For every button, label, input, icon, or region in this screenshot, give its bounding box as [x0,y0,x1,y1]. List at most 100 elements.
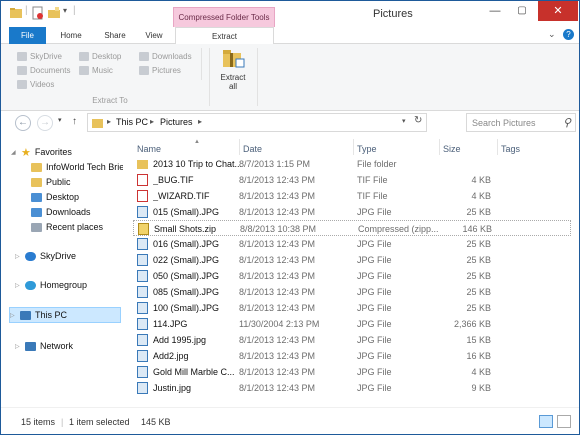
tab-view[interactable]: View [137,27,171,44]
image-file-icon [137,318,148,330]
collapsed-chevron-icon: ▷ [15,343,20,350]
ribbon-tabs: File Home Share View Extract ⌄ ? [1,27,579,45]
documents-icon [17,65,27,75]
nav-item-downloads[interactable]: Downloads [31,205,91,219]
breadcrumb-separator-icon: ▸ [150,117,155,126]
title-bar: | ▾ | Compressed Folder Tools Pictures —… [1,1,579,27]
tab-extract[interactable]: Extract [175,27,274,45]
computer-icon [20,310,31,320]
column-divider[interactable] [239,139,240,155]
close-button[interactable]: ✕ [538,1,578,21]
file-row[interactable]: 2013 10 Trip to Chat... 8/7/2013 1:15 PM F… [133,156,571,172]
gallery-scrollbar[interactable] [201,48,202,80]
file-row[interactable]: Add2.jpg 8/1/2013 12:43 PM JPG File 16 KB [133,348,571,364]
status-bar: 15 items | 1 item selected 145 KB [1,407,579,434]
destination-skydrive[interactable]: SkyDrive [17,50,62,62]
large-icons-view-button[interactable] [557,415,571,428]
compressed-folder-tools-label: Compressed Folder Tools [173,7,275,27]
image-file-icon [137,302,148,314]
file-row[interactable]: 114.JPG 11/30/2004 2:13 PM JPG File 2,366 K… [133,316,571,332]
network-icon [25,341,36,351]
file-row[interactable]: 100 (Small).JPG 8/1/2013 12:43 PM JPG File… [133,300,571,316]
image-file-icon [137,238,148,250]
toolbar-separator: | [25,5,28,16]
desktop-icon [31,192,42,202]
tab-home[interactable]: Home [53,27,89,44]
destination-pictures[interactable]: Pictures [139,64,181,76]
skydrive-icon [25,251,36,261]
file-row[interactable]: _BUG.TIF 8/1/2013 12:43 PM TIF File 4 KB [133,172,571,188]
file-row[interactable]: _WIZARD.TIF 8/1/2013 12:43 PM TIF File 4 KB [133,188,571,204]
explorer-window: | ▾ | Compressed Folder Tools Pictures —… [0,0,580,435]
column-header-size[interactable]: Size [443,139,493,155]
nav-item-public[interactable]: Public [31,175,71,189]
file-row[interactable]: 085 (Small).JPG 8/1/2013 12:43 PM JPG File… [133,284,571,300]
column-header-name[interactable]: ▲ Name [137,139,237,155]
file-row[interactable]: Justin.jpg 8/1/2013 12:43 PM JPG File 9 KB [133,380,571,396]
nav-item-infoworld[interactable]: InfoWorld Tech Brie [31,160,123,174]
file-row[interactable]: 016 (Small).JPG 8/1/2013 12:43 PM JPG File… [133,236,571,252]
nav-homegroup[interactable]: ▷ Homegroup [15,278,87,292]
refresh-icon[interactable]: ↻ [414,115,422,126]
nav-network[interactable]: ▷ Network [15,339,73,353]
nav-skydrive[interactable]: ▷ SkyDrive [15,249,76,263]
ribbon-separator-2 [257,48,258,106]
toolbar-separator-2: | [73,5,76,16]
up-button[interactable]: ↑ [72,116,77,127]
properties-icon[interactable] [31,6,45,22]
tab-file[interactable]: File [9,27,46,44]
collapsed-chevron-icon: ▷ [15,253,20,260]
pictures-icon [139,65,149,75]
maximize-button[interactable]: ▢ [509,1,535,21]
destination-documents[interactable]: Documents [17,64,70,76]
item-count: 15 items [21,417,56,427]
back-button[interactable]: ← [15,115,31,131]
file-row[interactable]: Add 1995.jpg 8/1/2013 12:43 PM JPG File 15 … [133,332,571,348]
tab-share[interactable]: Share [97,27,133,44]
expand-ribbon-chevron-icon[interactable]: ⌄ [548,29,556,40]
column-header-type[interactable]: Type [357,139,437,155]
customize-toolbar-chevron-icon[interactable]: ▾ [63,6,67,22]
breadcrumb-separator-icon: ▸ [107,117,112,126]
minimize-button[interactable]: — [483,1,507,21]
collapsed-chevron-icon: ▷ [15,282,20,289]
details-view-button[interactable] [539,415,553,428]
breadcrumb-pictures[interactable]: Pictures [160,117,193,127]
nav-this-pc[interactable]: ▷ This PC [9,307,121,323]
destination-videos[interactable]: Videos [17,78,54,90]
help-icon[interactable]: ? [563,29,574,40]
window-title: Pictures [373,8,413,20]
column-header-tags[interactable]: Tags [501,139,561,155]
homegroup-icon [25,280,36,290]
destination-downloads[interactable]: Downloads [139,50,192,62]
file-row[interactable]: 015 (Small).JPG 8/1/2013 12:43 PM JPG File… [133,204,571,220]
star-icon: ★ [21,146,31,159]
column-divider[interactable] [439,139,440,155]
search-icon: ⚲ [562,117,571,129]
selection-count: 1 item selected [69,417,130,427]
file-row[interactable]: 022 (Small).JPG 8/1/2013 12:43 PM JPG File… [133,252,571,268]
breadcrumb-this-pc[interactable]: This PC [116,117,148,127]
address-history-chevron-icon[interactable]: ▾ [402,117,406,125]
file-row[interactable]: Gold Mill Marble C... 8/1/2013 12:43 PM JP… [133,364,571,380]
file-list: ▲ Name Date Type Size Tags 2013 10 Trip t… [127,135,579,407]
recent-locations-chevron-icon[interactable]: ▾ [58,116,62,124]
tif-file-icon [137,174,148,186]
search-placeholder: Search Pictures [472,118,536,128]
nav-item-desktop[interactable]: Desktop [31,190,79,204]
address-bar[interactable]: ▸ This PC ▸ Pictures ▸ ▾ ↻ [87,113,427,132]
extract-all-button[interactable]: Extract all [215,47,251,95]
destination-music[interactable]: Music [79,64,113,76]
forward-button[interactable]: → [37,115,53,131]
nav-favorites[interactable]: ◢ ★ Favorites [11,145,72,159]
column-divider[interactable] [353,139,354,155]
file-row[interactable]: 050 (Small).JPG 8/1/2013 12:43 PM JPG File… [133,268,571,284]
column-divider[interactable] [497,139,498,155]
nav-item-recent-places[interactable]: Recent places [31,220,103,234]
ribbon: SkyDrive Documents Videos Desktop Music … [1,44,579,111]
search-box[interactable]: Search Pictures ⚲ [466,113,576,132]
column-header-date[interactable]: Date [243,139,353,155]
new-folder-icon[interactable] [47,6,61,22]
destination-desktop[interactable]: Desktop [79,50,121,62]
file-row-selected[interactable]: Small Shots.zip 8/8/2013 10:38 PM Compress… [133,220,571,236]
